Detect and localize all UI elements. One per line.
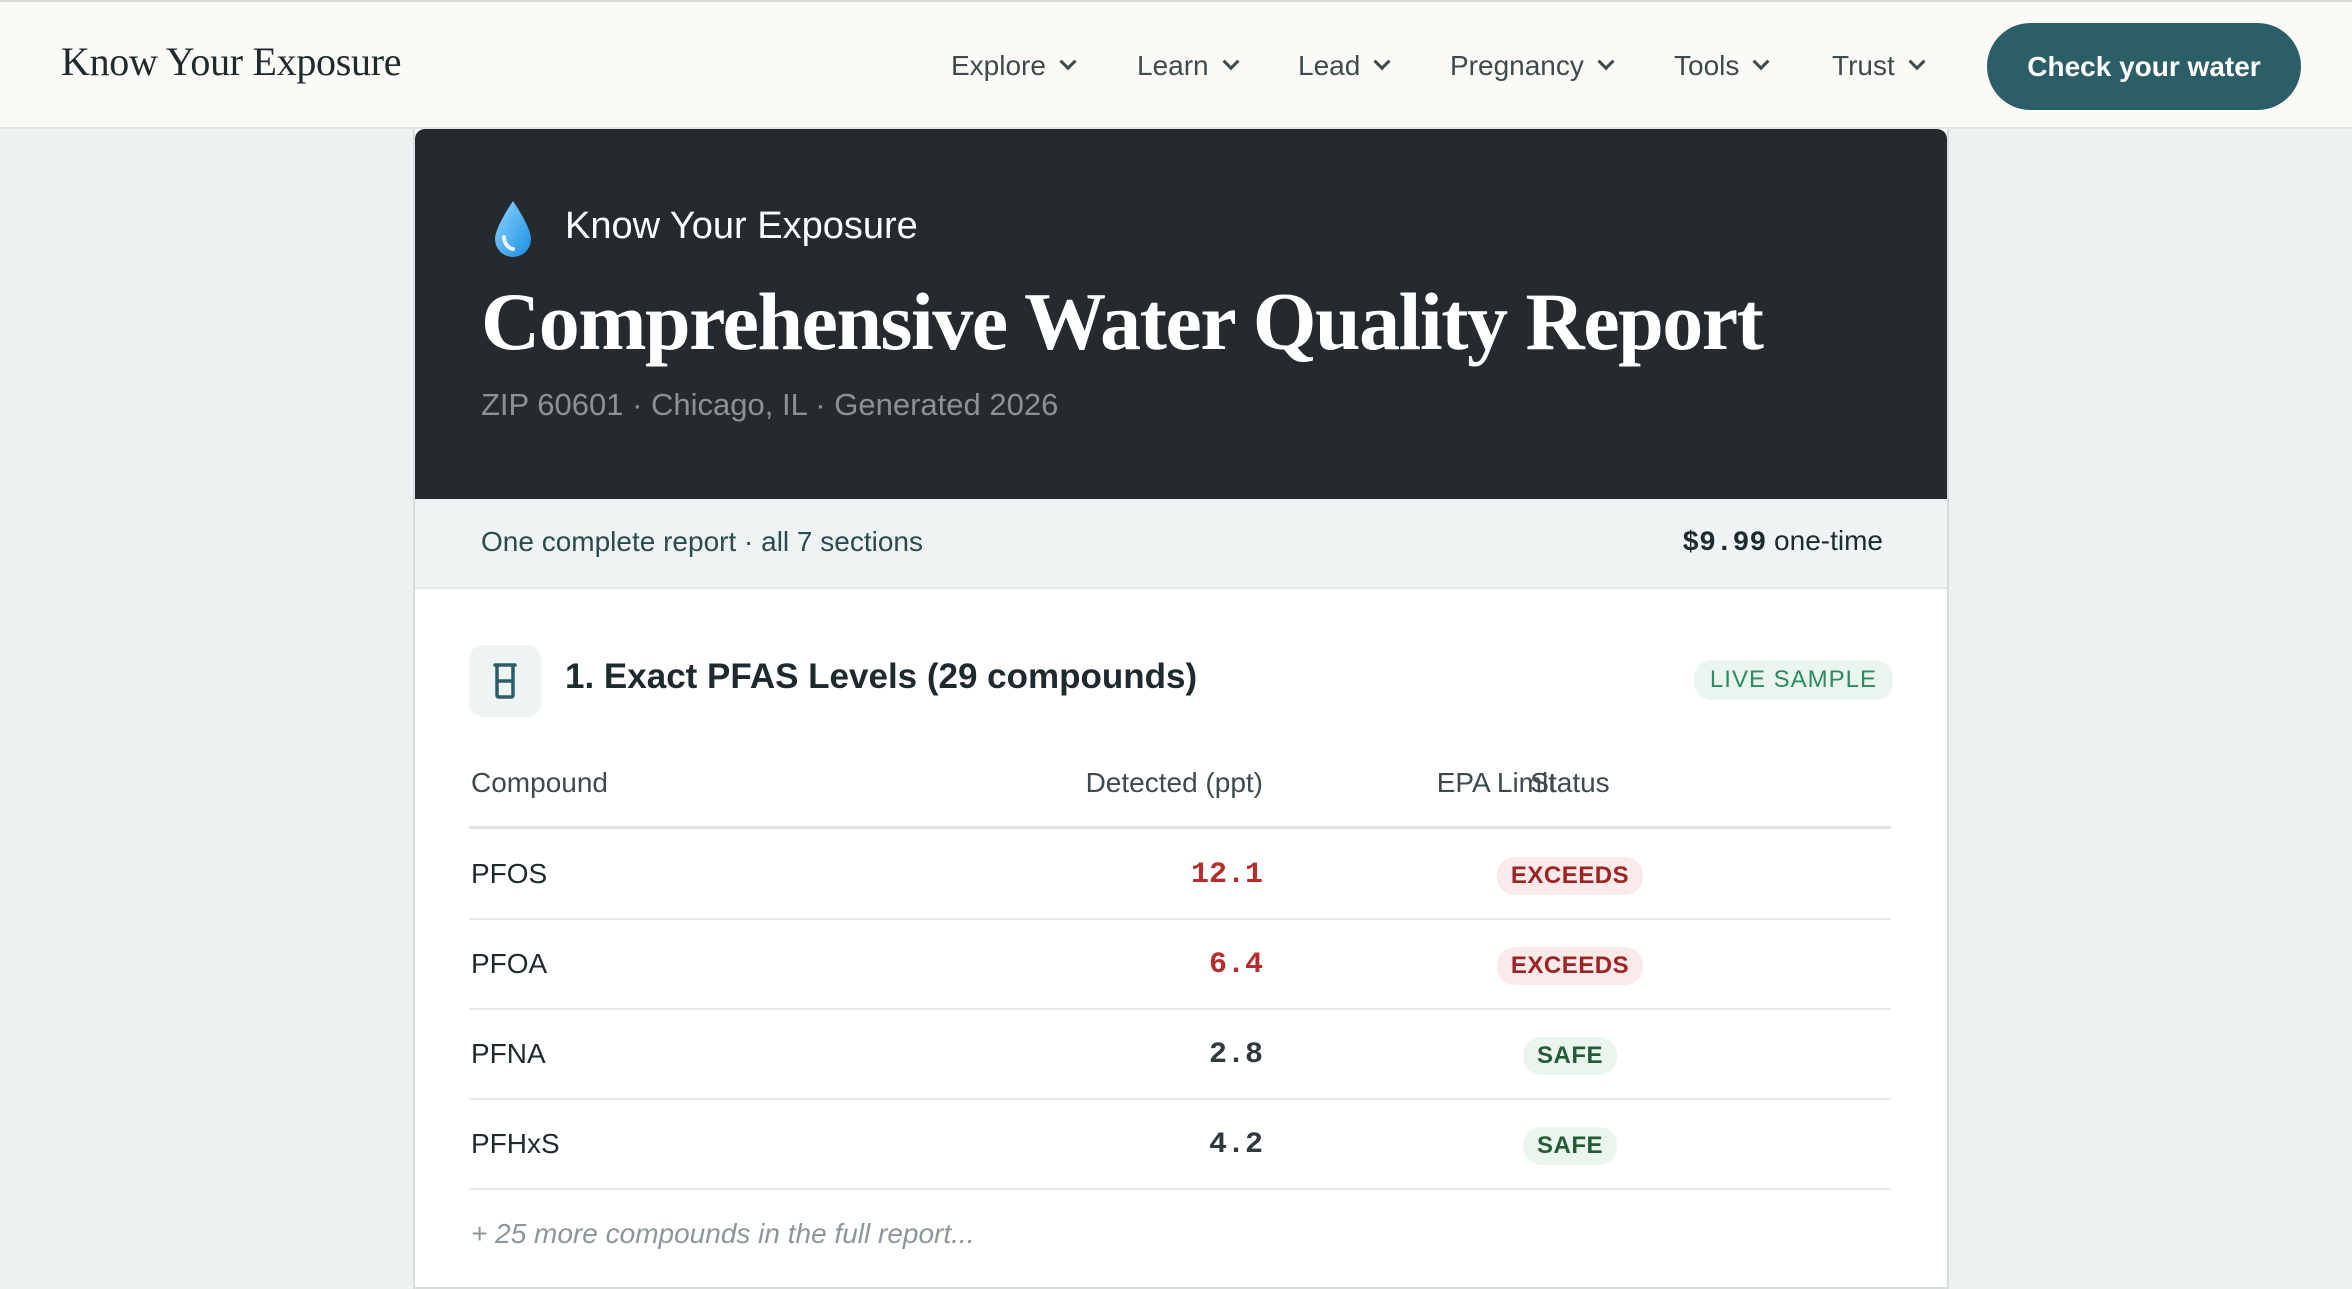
- chevron-down-icon: [1908, 53, 1926, 71]
- nav-item-label: Pregnancy: [1450, 50, 1584, 81]
- column-compound: Compound: [471, 767, 608, 798]
- top-navigation: Know Your Exposure Explore Learn Lead Pr…: [0, 0, 2352, 129]
- brand-logo[interactable]: Know Your Exposure: [61, 38, 401, 85]
- nav-item-tools[interactable]: Tools: [1674, 46, 1770, 86]
- status-badge: SAFE: [1522, 1127, 1618, 1165]
- table-row: PFNA 2.8 10 SAFE: [469, 1010, 1891, 1100]
- status-badge: EXCEEDS: [1496, 947, 1644, 985]
- table-row: PFHxS 4.2 10 SAFE: [469, 1100, 1891, 1190]
- live-sample-badge: LIVE SAMPLE: [1693, 660, 1893, 700]
- chevron-down-icon: [1059, 53, 1077, 71]
- nav-item-pregnancy[interactable]: Pregnancy: [1450, 46, 1615, 86]
- more-compounds-note: + 25 more compounds in the full report..…: [471, 1218, 975, 1249]
- chevron-down-icon: [1373, 53, 1391, 71]
- nav-item-trust[interactable]: Trust: [1832, 46, 1926, 86]
- status-badge: SAFE: [1522, 1037, 1618, 1075]
- table-header: Compound Detected (ppt) EPA Limit Status: [469, 749, 1891, 829]
- detected-value: 4.2: [1208, 1128, 1263, 1162]
- detected-value: 2.8: [1208, 1038, 1263, 1072]
- status-badge: EXCEEDS: [1496, 857, 1644, 895]
- nav-item-learn[interactable]: Learn: [1137, 46, 1240, 86]
- compound-name: PFNA: [471, 1038, 546, 1069]
- pfas-section: 1. Exact PFAS Levels (29 compounds) LIVE…: [413, 129, 1949, 1280]
- section-title: 1. Exact PFAS Levels (29 compounds): [565, 657, 1198, 696]
- beaker-icon: [469, 645, 541, 717]
- chevron-down-icon: [1597, 53, 1615, 71]
- column-status: Status: [1530, 767, 1610, 798]
- compound-name: PFOA: [471, 948, 548, 979]
- nav-item-label: Lead: [1298, 50, 1361, 81]
- nav-item-explore[interactable]: Explore: [951, 46, 1077, 86]
- chevron-down-icon: [1752, 53, 1770, 71]
- compound-name: PFOS: [471, 858, 548, 889]
- nav-item-label: Learn: [1137, 50, 1209, 81]
- nav-item-lead[interactable]: Lead: [1298, 46, 1391, 86]
- nav-item-label: Trust: [1832, 50, 1895, 81]
- chevron-down-icon: [1222, 53, 1240, 71]
- table-row: PFOS 12.1 4 EXCEEDS: [469, 830, 1891, 920]
- detected-value: 6.4: [1208, 948, 1263, 982]
- column-detected: Detected (ppt): [1085, 767, 1263, 798]
- table-row: PFOA 6.4 4 EXCEEDS: [469, 920, 1891, 1010]
- nav-item-label: Tools: [1674, 50, 1740, 81]
- compound-name: PFHxS: [471, 1128, 560, 1159]
- nav-item-label: Explore: [951, 50, 1046, 81]
- detected-value: 12.1: [1190, 858, 1263, 892]
- check-water-button[interactable]: Check your water: [1987, 23, 2301, 110]
